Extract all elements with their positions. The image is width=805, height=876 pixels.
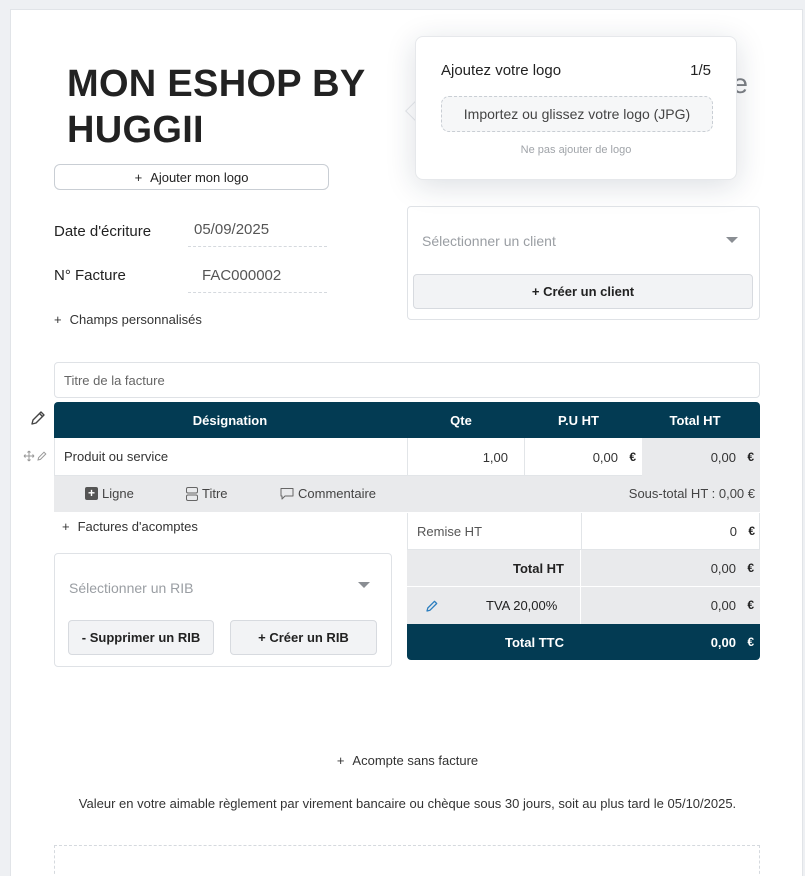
tva-label-cell: TVA 20,00% xyxy=(407,587,580,624)
row-unit-price: 0,00 xyxy=(592,450,618,465)
total-ht-label: Total HT xyxy=(512,561,564,576)
deposit-without-invoice-label: Acompte sans facture xyxy=(352,753,479,768)
pencil-icon[interactable] xyxy=(29,409,47,427)
column-unit-price: P.U HT xyxy=(558,413,599,428)
plus-icon: + xyxy=(336,753,345,768)
invoice-page: MON ESHOP BY HUGGII + Ajouter mon logo r… xyxy=(10,9,803,876)
tva-value: 0,00 xyxy=(710,598,736,613)
total-ttc-label: Total TTC xyxy=(505,635,564,650)
skip-logo-link[interactable]: Ne pas ajouter de logo xyxy=(416,144,736,156)
title-block-icon xyxy=(186,486,198,501)
row-total-currency: € xyxy=(747,450,754,464)
plus-icon: + xyxy=(62,519,70,534)
add-comment-button[interactable]: Commentaire xyxy=(280,486,376,501)
tva-row: TVA 20,00% 0,00 € xyxy=(407,587,760,624)
total-ht-value: 0,00 xyxy=(710,561,736,576)
discount-row: Remise HT 0 € xyxy=(407,513,760,550)
plus-icon: + xyxy=(134,169,143,185)
discount-input[interactable]: 0 € xyxy=(581,513,761,550)
invoice-number-label: N° Facture xyxy=(54,267,126,284)
date-field[interactable]: 05/09/2025 xyxy=(188,221,327,247)
chevron-down-icon[interactable] xyxy=(726,237,738,243)
create-rib-button[interactable]: + Créer un RIB xyxy=(230,620,377,655)
plus-square-icon: + xyxy=(85,487,98,500)
payment-terms[interactable]: Valeur en votre aimable règlement par vi… xyxy=(11,796,804,811)
tva-currency: € xyxy=(747,598,754,612)
popover-title: Ajoutez votre logo xyxy=(441,62,562,79)
total-ht-row: Total HT 0,00 € xyxy=(407,550,760,587)
row-qty[interactable]: 1,00 xyxy=(407,438,524,476)
column-total: Total HT xyxy=(669,413,721,428)
deposit-without-invoice-link[interactable]: + Acompte sans facture xyxy=(11,753,804,768)
table-row: Produit ou service 1,00 0,00 € 0,00 € xyxy=(54,438,760,476)
column-qty: Qte xyxy=(450,413,472,428)
row-total: 0,00 xyxy=(710,450,736,465)
chevron-down-icon[interactable] xyxy=(358,582,370,588)
tva-cell: 0,00 € xyxy=(580,587,760,624)
add-line-button[interactable]: + Ligne xyxy=(85,486,134,501)
items-table-footer: + Ligne Titre Commentaire Sous-total HT … xyxy=(54,476,760,512)
pencil-icon[interactable] xyxy=(425,599,439,613)
popover-step-counter: 1/5 xyxy=(690,62,711,79)
add-logo-label: Ajouter mon logo xyxy=(150,169,249,185)
create-client-button[interactable]: + Créer un client xyxy=(413,274,753,309)
company-name[interactable]: MON ESHOP BY HUGGII xyxy=(67,61,387,153)
rib-select[interactable]: Sélectionner un RIB xyxy=(69,580,194,596)
deposit-invoices-link[interactable]: + Factures d'acomptes xyxy=(62,519,198,534)
deposit-invoices-label: Factures d'acomptes xyxy=(77,519,198,534)
subtotal-text: Sous-total HT : 0,00 € xyxy=(628,486,755,501)
row-designation[interactable]: Produit ou service xyxy=(55,438,407,476)
column-designation: Désignation xyxy=(192,413,268,428)
total-ttc-cell: 0,00 € xyxy=(580,624,760,661)
add-comment-label: Commentaire xyxy=(298,486,377,501)
row-unit-price-currency: € xyxy=(629,450,636,464)
total-ht-cell: 0,00 € xyxy=(580,550,760,587)
logo-popover: Ajoutez votre logo 1/5 Importez ou gliss… xyxy=(415,36,737,180)
invoice-number-field[interactable]: FAC000002 xyxy=(188,267,327,293)
add-line-label: Ligne xyxy=(102,486,134,501)
plus-icon: + xyxy=(54,312,62,327)
notes-box[interactable] xyxy=(54,845,760,876)
custom-fields-label: Champs personnalisés xyxy=(69,312,202,327)
delete-rib-button[interactable]: - Supprimer un RIB xyxy=(68,620,214,655)
move-handle-icon[interactable] xyxy=(23,450,35,462)
invoice-title-input[interactable]: Titre de la facture xyxy=(54,362,760,398)
client-selector-box: Sélectionner un client + Créer un client xyxy=(407,206,760,320)
add-title-button[interactable]: Titre xyxy=(186,486,228,501)
total-ht-currency: € xyxy=(747,561,754,575)
client-select[interactable]: Sélectionner un client xyxy=(422,233,556,249)
add-title-label: Titre xyxy=(202,486,228,501)
row-unit-price-cell[interactable]: 0,00 € xyxy=(524,438,642,476)
items-table-header: Désignation Qte P.U HT Total HT xyxy=(54,402,760,438)
add-logo-button[interactable]: + Ajouter mon logo xyxy=(54,164,329,190)
comment-icon xyxy=(280,488,294,500)
rib-selector-box: Sélectionner un RIB - Supprimer un RIB +… xyxy=(54,553,392,667)
tva-label: TVA 20,00% xyxy=(486,598,558,613)
total-ttc-value: 0,00 xyxy=(710,635,736,650)
discount-value: 0 xyxy=(729,524,737,539)
row-total-cell: 0,00 € xyxy=(642,438,760,476)
logo-upload-dropzone[interactable]: Importez ou glissez votre logo (JPG) xyxy=(441,96,713,132)
total-ttc-row: Total TTC 0,00 € xyxy=(407,624,760,660)
row-edit-icon[interactable] xyxy=(36,450,48,462)
total-ttc-currency: € xyxy=(747,635,754,649)
date-label: Date d'écriture xyxy=(54,223,152,240)
discount-currency: € xyxy=(748,524,755,538)
custom-fields-link[interactable]: + Champs personnalisés xyxy=(54,312,202,327)
discount-label: Remise HT xyxy=(417,524,483,539)
